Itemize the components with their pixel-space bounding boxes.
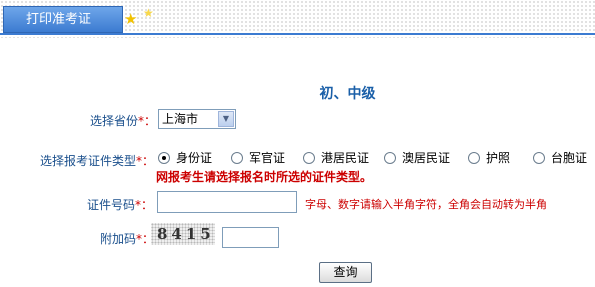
id-number-input[interactable]	[157, 191, 297, 213]
tab-label: 打印准考证	[26, 12, 92, 27]
id-number-hint: 字母、数字请输入半角字符，全角会自动转为半角	[305, 198, 547, 211]
star-icon: ★	[124, 10, 138, 28]
captcha-image: 8415	[151, 223, 215, 245]
id-type-label: 选择报考证件类型*：	[40, 154, 155, 168]
province-label: 选择省份*：	[90, 114, 157, 128]
radio-id-card[interactable]: 身份证	[158, 149, 212, 165]
id-type-notice: 网报考生请选择报名时所选的证件类型。	[156, 170, 373, 184]
radio-button[interactable]	[533, 152, 545, 164]
query-button[interactable]: 查询	[319, 262, 372, 283]
level-title: 初、中级	[319, 86, 376, 102]
tab-underline	[0, 33, 595, 35]
id-type-radio-group: 身份证 军官证 港居民证 澳居民证 护照 台胞证	[158, 149, 595, 165]
radio-button[interactable]	[468, 152, 480, 164]
radio-button[interactable]	[303, 152, 315, 164]
radio-hk-permit[interactable]: 港居民证	[303, 149, 369, 165]
radio-button[interactable]	[384, 152, 396, 164]
chevron-down-icon[interactable]: ▼	[218, 111, 234, 127]
radio-button[interactable]	[158, 152, 170, 164]
id-number-label: 证件号码*：	[87, 198, 154, 212]
radio-button[interactable]	[231, 152, 243, 164]
tab-print-admission-ticket[interactable]: 打印准考证	[3, 6, 123, 33]
captcha-label: 附加码*：	[100, 232, 155, 246]
radio-military-id[interactable]: 军官证	[231, 149, 285, 165]
radio-taiwan-permit[interactable]: 台胞证	[533, 149, 587, 165]
province-selected-value: 上海市	[162, 112, 199, 126]
province-select[interactable]: 上海市 ▼	[158, 109, 236, 129]
radio-macau-permit[interactable]: 澳居民证	[384, 149, 450, 165]
star-icon: ★	[143, 6, 154, 20]
radio-passport[interactable]: 护照	[468, 149, 510, 165]
captcha-input[interactable]	[222, 227, 279, 248]
